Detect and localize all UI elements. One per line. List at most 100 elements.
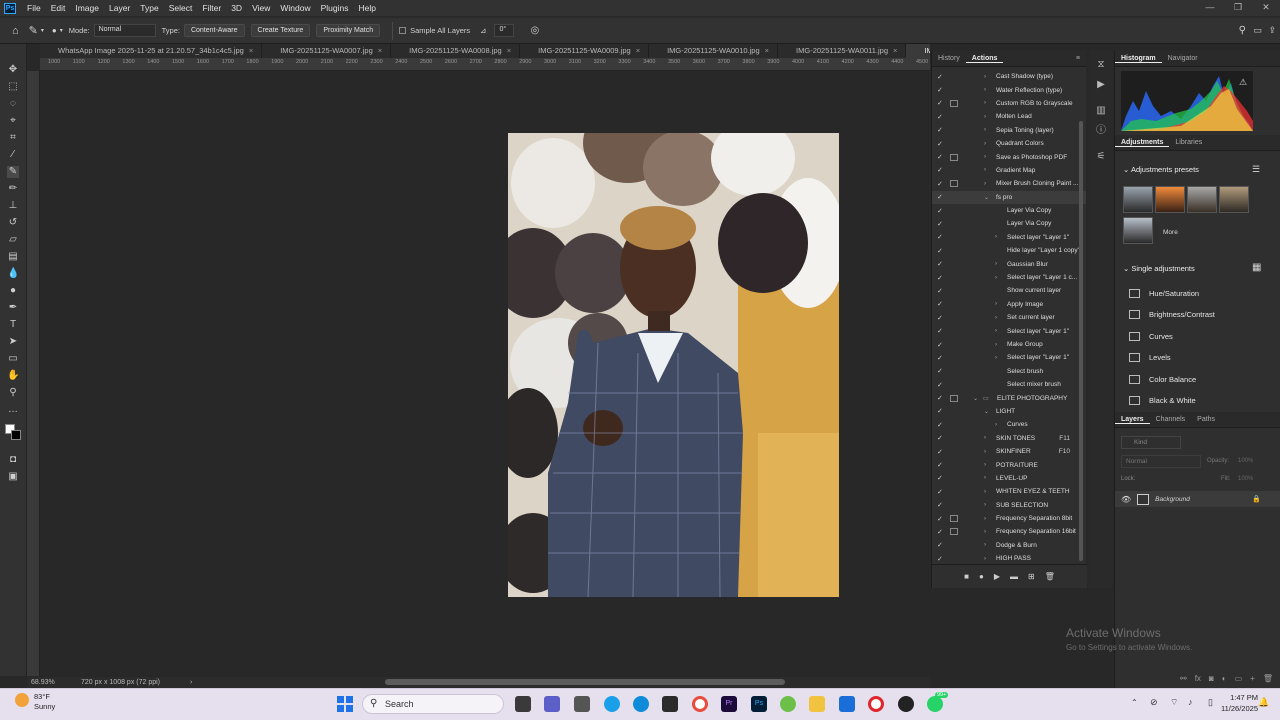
opera-icon[interactable] xyxy=(868,696,884,712)
properties-panel-icon[interactable]: ▥ xyxy=(1095,105,1107,117)
brush-size-icon[interactable]: ● xyxy=(52,26,57,35)
close-tab-icon[interactable]: × xyxy=(507,46,511,55)
checkmark-icon[interactable]: ✓ xyxy=(937,113,945,121)
tab-actions[interactable]: Actions xyxy=(965,55,1004,63)
zoom-tool-icon[interactable]: ⚲ xyxy=(7,387,19,399)
wifi-icon[interactable]: ⌔ xyxy=(1170,697,1178,708)
action-row[interactable]: ✓ › Molten Lead xyxy=(932,110,1086,123)
preset-thumb-1[interactable] xyxy=(1123,186,1153,213)
brush-tool-icon[interactable]: ✏ xyxy=(7,183,19,195)
dialog-toggle-icon[interactable] xyxy=(950,153,958,161)
action-row[interactable]: ✓ › Mixer Brush Cloning Paint ... xyxy=(932,177,1086,190)
checkmark-icon[interactable]: ✓ xyxy=(937,287,945,295)
healing-brush-tool-icon[interactable]: ✎ xyxy=(7,166,19,178)
object-selection-tool-icon[interactable]: ⌖ xyxy=(7,115,19,127)
trash-icon[interactable]: 🗑 xyxy=(1045,572,1055,581)
action-row[interactable]: ✓ Show current layer xyxy=(932,284,1086,297)
hand-tool-icon[interactable]: ✋ xyxy=(7,370,19,382)
dialog-toggle-icon[interactable] xyxy=(950,515,958,523)
chevron-right-icon[interactable]: › xyxy=(984,489,986,495)
checkmark-icon[interactable]: ✓ xyxy=(937,314,945,322)
checkmark-icon[interactable]: ✓ xyxy=(937,300,945,308)
new-icon[interactable]: ⊞ xyxy=(1028,572,1035,581)
checkmark-icon[interactable]: ✓ xyxy=(937,126,945,134)
tab-libraries[interactable]: Libraries xyxy=(1169,139,1208,146)
action-row[interactable]: ✓ Layer Via Copy xyxy=(932,217,1086,230)
menu-layer[interactable]: Layer xyxy=(104,3,135,13)
store-icon[interactable] xyxy=(839,696,855,712)
checkmark-icon[interactable]: ✓ xyxy=(937,233,945,241)
checkmark-icon[interactable]: ✓ xyxy=(937,367,945,375)
marquee-tool-icon[interactable]: ⬚ xyxy=(7,81,19,93)
home-icon[interactable]: ⌂ xyxy=(12,25,19,37)
gallery-icon[interactable] xyxy=(574,696,590,712)
file-explorer-icon[interactable] xyxy=(809,696,825,712)
action-row[interactable]: ✓ › Cast Shadow (type) xyxy=(932,70,1086,83)
checkmark-icon[interactable]: ✓ xyxy=(937,220,945,228)
create-texture-button[interactable]: Create Texture xyxy=(250,24,311,37)
checkmark-icon[interactable]: ✓ xyxy=(937,407,945,415)
action-row[interactable]: ✓ › Frequency Separation 8bit xyxy=(932,512,1086,525)
chevron-right-icon[interactable]: › xyxy=(995,301,997,307)
chevron-right-icon[interactable]: › xyxy=(984,181,986,187)
menu-window[interactable]: Window xyxy=(275,3,315,13)
chevron-up-icon[interactable]: ⌃ xyxy=(1131,698,1138,707)
checkmark-icon[interactable]: ✓ xyxy=(937,541,945,549)
checkmark-icon[interactable]: ✓ xyxy=(937,381,945,389)
info-panel-icon[interactable]: ⓘ xyxy=(1095,125,1107,137)
davinci-icon[interactable] xyxy=(898,696,914,712)
checkmark-icon[interactable]: ✓ xyxy=(937,140,945,148)
chevron-right-icon[interactable]: › xyxy=(995,355,997,361)
lasso-tool-icon[interactable]: ◌ xyxy=(7,98,19,110)
quick-mask-icon[interactable]: ◘ xyxy=(7,454,19,466)
chevron-right-icon[interactable]: › xyxy=(995,275,997,281)
action-row[interactable]: ✓ › Custom RGB to Grayscale xyxy=(932,97,1086,110)
chevron-down-icon[interactable]: ⌄ xyxy=(984,408,989,415)
adjustment-item[interactable]: Curves xyxy=(1129,331,1173,341)
folder-icon[interactable]: ▬ xyxy=(1010,572,1018,581)
preset-thumb-5[interactable] xyxy=(1123,217,1153,244)
grid-view-icon[interactable]: ▦ xyxy=(1252,262,1261,273)
adjustment-layer-icon[interactable]: ◐ xyxy=(1222,674,1227,688)
action-row[interactable]: ✓ Hide layer "Layer 1 copy" xyxy=(932,244,1086,257)
action-row[interactable]: ✓ › Make Group xyxy=(932,338,1086,351)
menu-plugins[interactable]: Plugins xyxy=(316,3,354,13)
action-row[interactable]: ✓ › SKIN TONES F11 xyxy=(932,432,1086,445)
history-brush-tool-icon[interactable]: ↺ xyxy=(7,217,19,229)
checkmark-icon[interactable]: ✓ xyxy=(937,260,945,268)
menu-select[interactable]: Select xyxy=(164,3,198,13)
chevron-right-icon[interactable]: › xyxy=(984,74,986,80)
tab-navigator[interactable]: Navigator xyxy=(1162,55,1204,62)
chevron-down-icon[interactable]: ⌄ xyxy=(984,194,989,201)
action-row[interactable]: ✓ › Apply Image xyxy=(932,298,1086,311)
photoshop-taskbar-icon[interactable]: Ps xyxy=(751,696,767,712)
stamp-tool-icon[interactable]: ⊥ xyxy=(7,200,19,212)
checkmark-icon[interactable]: ✓ xyxy=(937,341,945,349)
chevron-right-icon[interactable]: › xyxy=(984,556,986,562)
document-tab[interactable]: IMG-20251125-W xyxy=(906,44,930,58)
shape-tool-icon[interactable]: ▭ xyxy=(7,353,19,365)
folder-icon[interactable]: ▭ xyxy=(1235,674,1243,688)
chevron-right-icon[interactable]: › xyxy=(984,475,986,481)
action-row[interactable]: ✓ Select brush xyxy=(932,365,1086,378)
fx-icon[interactable]: fx xyxy=(1195,674,1201,688)
document-info[interactable]: 720 px x 1008 px (72 ppi) xyxy=(81,679,160,686)
panel-menu-icon[interactable]: ≡ xyxy=(1070,55,1086,62)
action-row[interactable]: ✓ › SUB SELECTION xyxy=(932,499,1086,512)
menu-help[interactable]: Help xyxy=(353,3,380,13)
action-row[interactable]: ✓ ⌄ ▭ ELITE PHOTOGRAPHY xyxy=(932,391,1086,404)
copilot-icon[interactable] xyxy=(604,696,620,712)
action-row[interactable]: ✓ › Gradient Map xyxy=(932,164,1086,177)
preset-thumb-3[interactable] xyxy=(1187,186,1217,213)
chevron-right-icon[interactable]: › xyxy=(984,435,986,441)
action-row[interactable]: ✓ › Sepia Toning (layer) xyxy=(932,124,1086,137)
chevron-right-icon[interactable]: › xyxy=(984,141,986,147)
adjustment-item[interactable]: Color Balance xyxy=(1129,374,1196,384)
checkmark-icon[interactable]: ✓ xyxy=(937,394,945,402)
chevron-right-icon[interactable]: › xyxy=(984,114,986,120)
document-tab[interactable]: WhatsApp Image 2025-11-25 at 21.20.57_34… xyxy=(40,44,263,58)
path-selection-tool-icon[interactable]: ➤ xyxy=(7,336,19,348)
stop-icon[interactable]: ■ xyxy=(964,572,969,581)
menu-edit[interactable]: Edit xyxy=(46,3,71,13)
action-row[interactable]: ✓ › Save as Photoshop PDF xyxy=(932,150,1086,163)
